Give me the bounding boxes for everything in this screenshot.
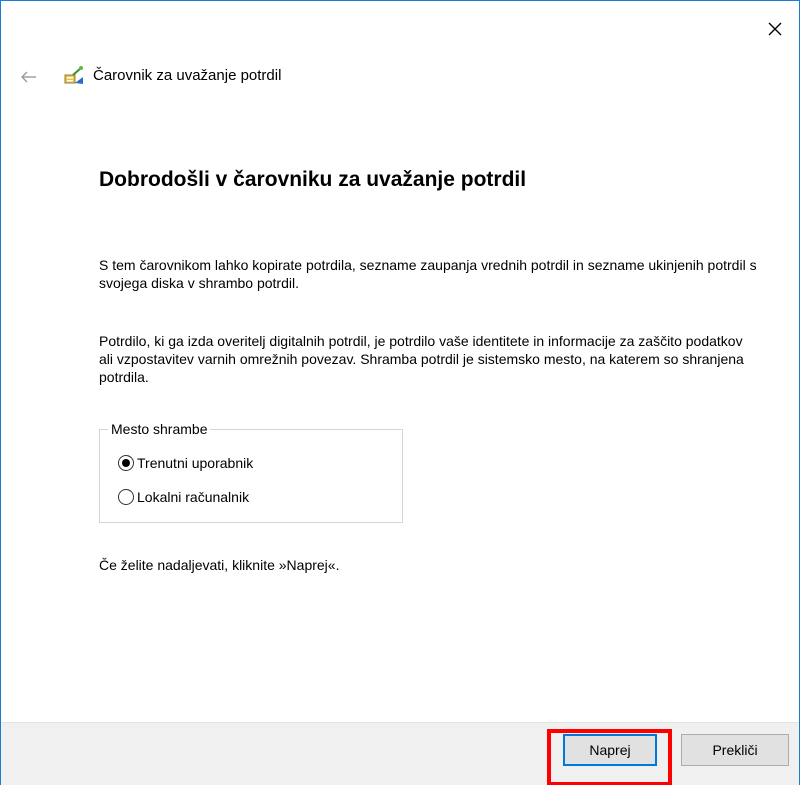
certificate-import-wizard-window: Čarovnik za uvažanje potrdil Dobrodošli …	[0, 0, 800, 785]
wizard-title: Čarovnik za uvažanje potrdil	[93, 67, 282, 84]
wizard-footer: Naprej Prekliči	[1, 722, 799, 785]
radio-label: Trenutni uporabnik	[137, 455, 254, 471]
description-paragraph: Potrdilo, ki ga izda overitelj digitalni…	[99, 333, 744, 385]
cancel-button[interactable]: Prekliči	[681, 734, 789, 766]
certificate-wizard-icon	[63, 65, 85, 87]
radio-button-unchecked[interactable]	[118, 489, 134, 505]
back-arrow-icon	[21, 71, 36, 83]
back-button[interactable]	[19, 67, 39, 87]
wizard-content: Dobrodošli v čarovniku za uvažanje potrd…	[99, 166, 759, 573]
continue-instruction: Če želite nadaljevati, kliknite »Naprej«…	[99, 557, 340, 573]
radio-current-user[interactable]: Trenutni uporabnik	[118, 454, 253, 472]
radio-button-checked[interactable]	[118, 455, 134, 471]
radio-local-machine[interactable]: Lokalni računalnik	[118, 488, 249, 506]
next-button[interactable]: Naprej	[563, 734, 657, 766]
store-location-legend: Mesto shrambe	[108, 420, 211, 438]
close-icon	[768, 22, 782, 36]
store-location-group: Mesto shrambe Trenutni uporabnik Lokalni…	[99, 420, 403, 523]
close-button[interactable]	[761, 15, 789, 43]
intro-paragraph: S tem čarovnikom lahko kopirate potrdila…	[99, 257, 757, 291]
radio-label: Lokalni računalnik	[137, 489, 250, 505]
welcome-heading: Dobrodošli v čarovniku za uvažanje potrd…	[99, 168, 527, 191]
wizard-header: Čarovnik za uvažanje potrdil	[1, 61, 799, 91]
